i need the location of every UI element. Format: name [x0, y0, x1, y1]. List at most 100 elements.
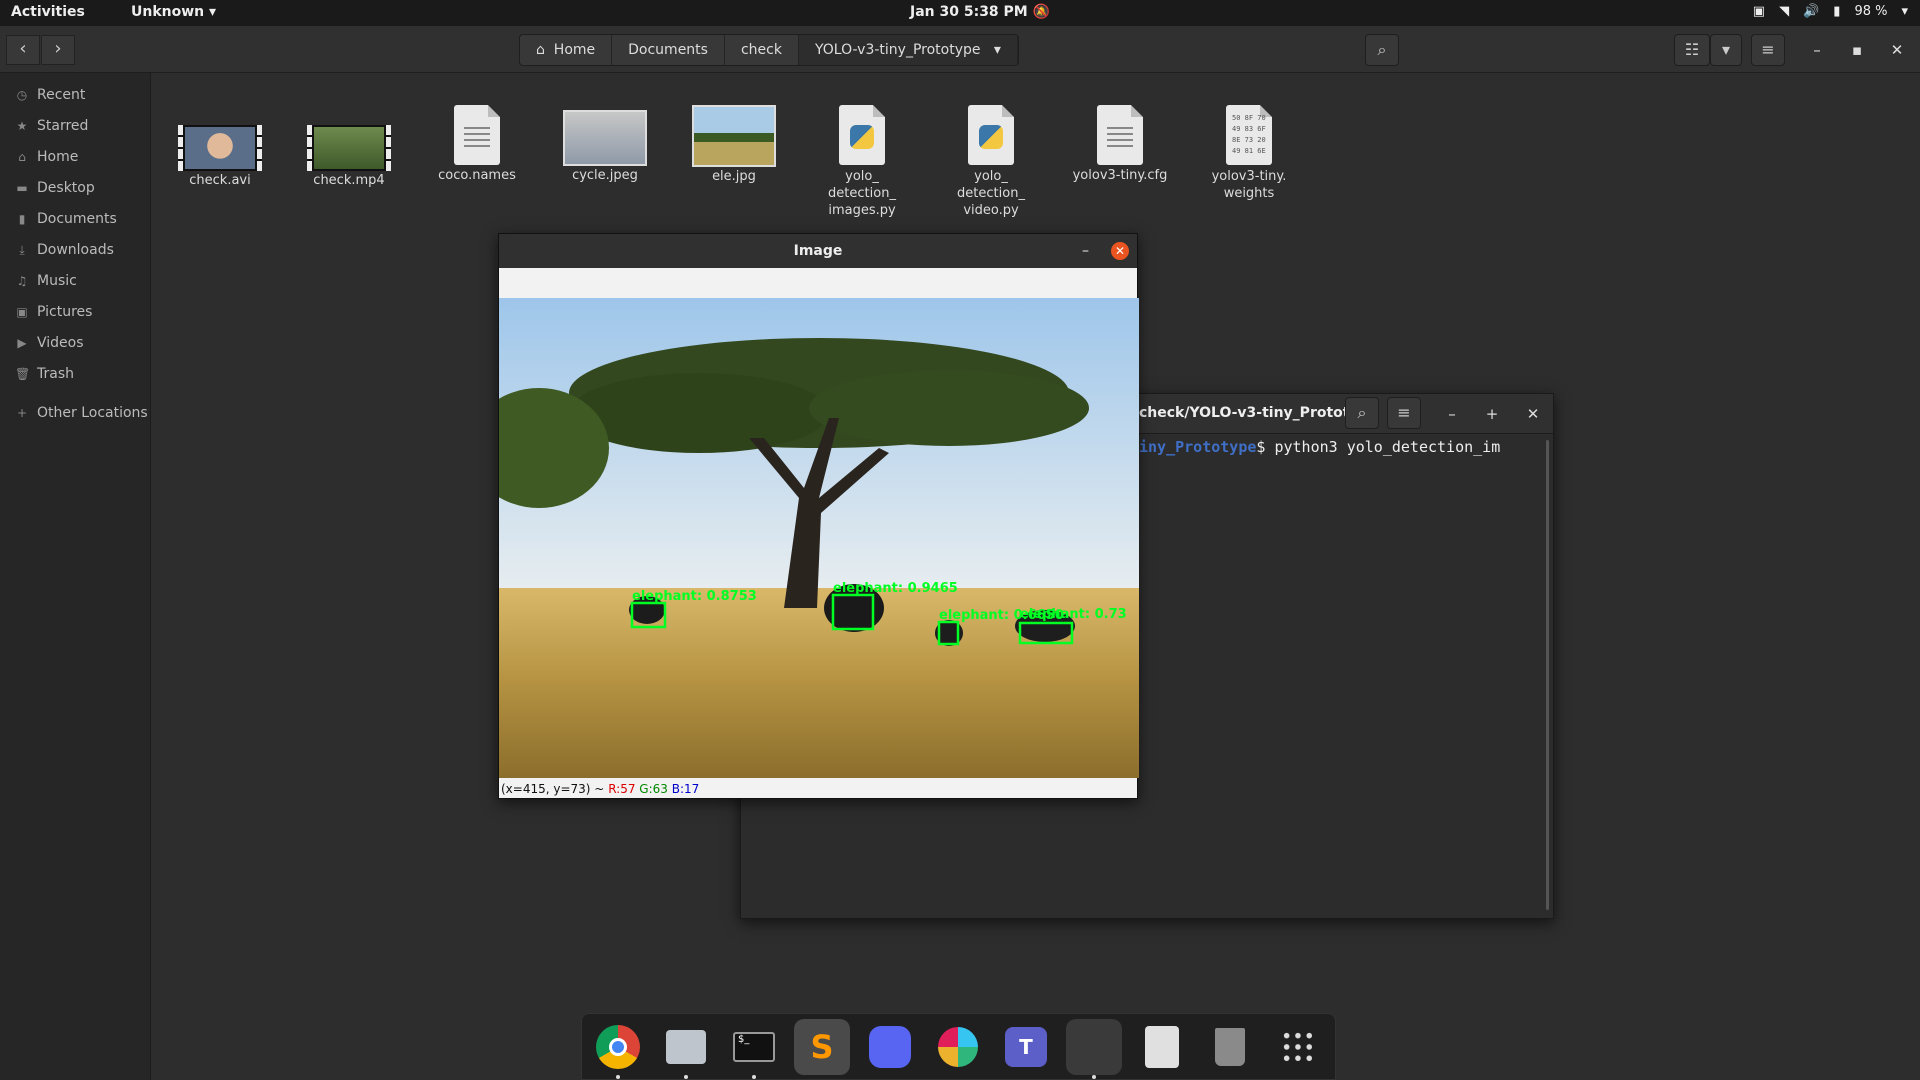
- clock[interactable]: Jan 30 5:38 PM 🔕: [910, 4, 1050, 20]
- sidebar-item-videos[interactable]: ▶ Videos: [0, 328, 151, 358]
- screenshot-icon[interactable]: [1134, 1019, 1190, 1075]
- sidebar-item-documents[interactable]: ▮ Documents: [0, 204, 151, 234]
- chevron-down-icon: ▾: [1901, 4, 1908, 19]
- weights-preview: 50 8F 70 49 83 6F 8E 73 20 49 81 6E: [1232, 114, 1266, 155]
- image-window-icon[interactable]: [1066, 1018, 1122, 1079]
- menu-button[interactable]: ≡: [1751, 34, 1785, 66]
- chevron-left-icon: ‹: [19, 38, 27, 59]
- view-options-button[interactable]: ▾: [1710, 34, 1742, 66]
- sidebar-item-recent[interactable]: ◷ Recent: [0, 80, 151, 110]
- sidebar-item-label: Home: [37, 149, 79, 165]
- close-icon: ✕: [1526, 405, 1540, 423]
- sidebar-item-label: Desktop: [37, 180, 95, 196]
- terminal-prompt-line: iny_Prototype$ python3 yolo_detection_im: [1139, 438, 1500, 456]
- activities-button[interactable]: Activities: [11, 4, 85, 20]
- close-icon: ✕: [1890, 41, 1904, 59]
- system-tray[interactable]: ▣ ◥ 🔊 ▮ 98 % ▾: [1753, 4, 1908, 19]
- forward-button[interactable]: ›: [41, 35, 75, 65]
- plus-icon: +: [1485, 405, 1499, 423]
- terminal-scrollbar[interactable]: [1546, 440, 1549, 910]
- trash-icon[interactable]: [1202, 1019, 1258, 1075]
- file-name: coco.names: [438, 168, 516, 183]
- video-thumbnail-icon: [307, 125, 391, 171]
- terminal-minimize-button[interactable]: –: [1441, 403, 1463, 425]
- pictures-icon: ▣: [16, 305, 28, 319]
- sidebar-item-starred[interactable]: ★ Starred: [0, 111, 151, 141]
- sidebar-item-music[interactable]: ♫ Music: [0, 266, 151, 296]
- sidebar-item-label: Recent: [37, 87, 86, 103]
- path-current[interactable]: YOLO-v3-tiny_Prototype ▾: [798, 35, 1018, 65]
- app-menu-label: Unknown: [131, 4, 205, 20]
- sidebar-item-pictures[interactable]: ▣ Pictures: [0, 297, 151, 327]
- file-item-check-mp4[interactable]: check.mp4: [289, 125, 409, 188]
- folder-icon: ▬: [16, 181, 28, 195]
- maximize-button[interactable]: ▪: [1846, 39, 1868, 61]
- sidebar-item-trash[interactable]: 🗑 Trash: [0, 359, 151, 389]
- chevron-down-icon: ▾: [993, 42, 1001, 58]
- sidebar-item-desktop[interactable]: ▬ Desktop: [0, 173, 151, 203]
- slack-icon[interactable]: [930, 1019, 986, 1075]
- sidebar-item-other-locations[interactable]: + Other Locations: [0, 398, 151, 428]
- sidebar-item-label: Starred: [37, 118, 89, 134]
- chrome-icon[interactable]: [590, 1019, 646, 1079]
- file-item-cycle-jpeg[interactable]: cycle.jpeg: [545, 110, 665, 183]
- detection-image[interactable]: elephant: 0.8753 elephant: 0.9465 elepha…: [499, 298, 1139, 778]
- file-name: yolov3-tiny.cfg: [1072, 168, 1168, 183]
- battery-icon: ▮: [1833, 4, 1841, 19]
- files-icon[interactable]: [658, 1019, 714, 1079]
- path-current-label: YOLO-v3-tiny_Prototype: [814, 42, 981, 58]
- image-thumbnail-icon: [692, 105, 776, 167]
- search-button[interactable]: ⌕: [1365, 34, 1399, 66]
- terminal-maximize-button[interactable]: +: [1481, 403, 1503, 425]
- teams-icon[interactable]: T: [998, 1019, 1054, 1075]
- app-grid-icon[interactable]: [1270, 1019, 1326, 1075]
- back-button[interactable]: ‹: [6, 35, 40, 65]
- path-bar: ⌂ Home Documents check YOLO-v3-tiny_Prot…: [519, 34, 1019, 66]
- terminal-close-button[interactable]: ✕: [1522, 403, 1544, 425]
- terminal-command: $ python3 yolo_detection_im: [1256, 438, 1501, 456]
- hamburger-icon: ≡: [1761, 40, 1775, 59]
- image-window-minimize-button[interactable]: –: [1082, 234, 1089, 268]
- close-button[interactable]: ✕: [1886, 39, 1908, 61]
- python-file-icon: [839, 105, 885, 165]
- path-home[interactable]: ⌂ Home: [520, 35, 613, 65]
- sidebar-item-label: Pictures: [37, 304, 93, 320]
- file-item-ele-jpg[interactable]: ele.jpg: [674, 105, 794, 184]
- file-item-check-avi[interactable]: check.avi: [160, 125, 280, 188]
- app-menu[interactable]: Unknown ▾: [131, 4, 216, 20]
- minimize-button[interactable]: –: [1806, 39, 1828, 61]
- sidebar-item-downloads[interactable]: ⤓ Downloads: [0, 235, 151, 265]
- image-window-titlebar: Image – ✕: [499, 234, 1137, 268]
- file-name: yolo_ detection_ video.py: [957, 169, 1025, 218]
- sidebar-item-home[interactable]: ⌂ Home: [0, 142, 151, 172]
- terminal-search-button[interactable]: ⌕: [1345, 397, 1379, 429]
- sidebar-item-label: Videos: [37, 335, 84, 351]
- terminal-menu-button[interactable]: ≡: [1387, 397, 1421, 429]
- path-check[interactable]: check: [725, 35, 799, 65]
- path-documents[interactable]: Documents: [612, 35, 725, 65]
- top-bar: Activities Unknown ▾ Jan 30 5:38 PM 🔕 ▣ …: [0, 0, 1920, 26]
- screen-share-icon: ▣: [1752, 4, 1766, 19]
- file-item-yolov3-tiny-weights[interactable]: 50 8F 70 49 83 6F 8E 73 20 49 81 6E yolo…: [1189, 105, 1309, 202]
- prompt-path: iny_Prototype: [1139, 438, 1257, 456]
- view-mode-button[interactable]: ☷: [1674, 34, 1710, 66]
- file-item-yolov3-tiny-cfg[interactable]: yolov3-tiny.cfg: [1060, 105, 1180, 183]
- binary-file-icon: 50 8F 70 49 83 6F 8E 73 20 49 81 6E: [1226, 105, 1272, 165]
- volume-icon: 🔊: [1803, 4, 1820, 19]
- sublime-text-icon[interactable]: S: [794, 1018, 850, 1075]
- music-icon: ♫: [16, 274, 28, 288]
- home-icon: ⌂: [536, 42, 545, 58]
- chevron-right-icon: ›: [54, 38, 62, 59]
- path-home-label: Home: [553, 42, 596, 58]
- image-window[interactable]: Image – ✕ elephant: 0.8753 elephant: 0.9…: [498, 233, 1139, 799]
- file-item-yolo-detection-video[interactable]: yolo_ detection_ video.py: [931, 105, 1051, 219]
- terminal-icon[interactable]: $_: [726, 1019, 782, 1079]
- minimize-icon: –: [1448, 405, 1456, 423]
- discord-icon[interactable]: [862, 1019, 918, 1075]
- file-name: ele.jpg: [712, 169, 756, 184]
- plus-icon: +: [16, 406, 28, 420]
- file-item-yolo-detection-images[interactable]: yolo_ detection_ images.py: [802, 105, 922, 219]
- image-window-close-button[interactable]: ✕: [1111, 242, 1129, 260]
- video-thumbnail-icon: [178, 125, 262, 171]
- file-item-coco-names[interactable]: coco.names: [417, 105, 537, 183]
